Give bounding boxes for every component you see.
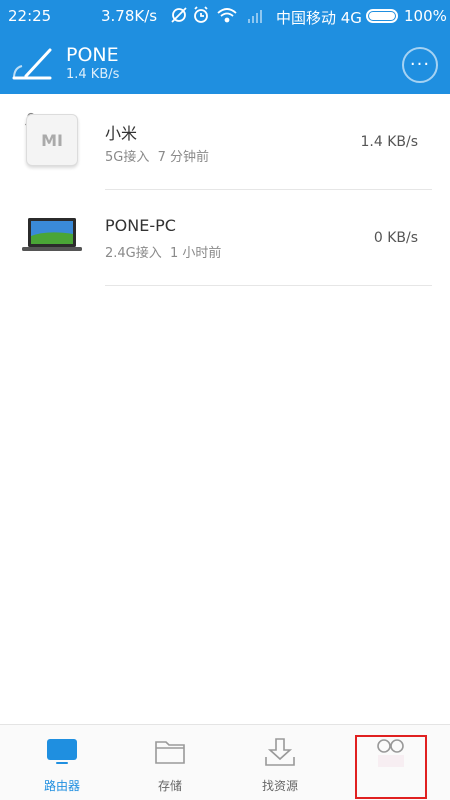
status-system-icons: [171, 6, 262, 23]
device-connection-info: 5G接入 7 分钟前: [105, 150, 210, 165]
nav-label-resources: 找资源: [261, 779, 298, 793]
list-item[interactable]: MI 小米 5G接入 7 分钟前 1.4 KB/s: [0, 94, 450, 190]
status-network-speed: 3.78K/s: [101, 7, 158, 25]
router-gauge-icon: [12, 48, 52, 80]
router-name: PONE: [66, 44, 119, 66]
laptop-icon: [22, 218, 82, 251]
bottom-nav: 路由器 存储 找资源: [0, 724, 450, 800]
device-speed: 0 KB/s: [373, 230, 418, 246]
router-tv-icon: [47, 739, 77, 764]
xiaomi-logo-icon: MI: [26, 114, 78, 166]
status-icons: [170, 5, 270, 29]
nav-item-router[interactable]: 路由器: [12, 725, 112, 800]
battery-icon: [366, 9, 398, 23]
device-name: PONE-PC: [105, 216, 176, 235]
app-header: 22:25 3.78K/s 中国移动 4G 100% PONE 1.4 KB/s…: [0, 0, 450, 94]
xiaomi-logo-text: MI: [41, 130, 63, 150]
status-battery: 100%: [404, 7, 447, 25]
device-name: 小米: [105, 124, 138, 143]
status-carrier: 中国移动 4G: [276, 9, 362, 27]
nav-label-storage: 存储: [157, 779, 182, 793]
device-speed: 1.4 KB/s: [360, 134, 418, 150]
more-button[interactable]: ···: [402, 47, 438, 83]
nav-item-storage[interactable]: 存储: [120, 725, 220, 800]
highlight-box: [355, 735, 427, 799]
device-connection-info: 2.4G接入 1 小时前: [105, 246, 222, 261]
nav-label-router: 路由器: [43, 779, 80, 793]
status-bar: 22:25 3.78K/s 中国移动 4G 100%: [0, 0, 450, 32]
download-icon: [265, 738, 295, 766]
list-item[interactable]: PONE-PC 2.4G接入 1 小时前 0 KB/s: [0, 190, 450, 286]
router-bar[interactable]: PONE 1.4 KB/s ···: [0, 32, 450, 94]
router-speed: 1.4 KB/s: [66, 67, 120, 82]
status-time: 22:25: [8, 7, 52, 25]
folder-icon: [155, 741, 185, 764]
nav-item-resources[interactable]: 找资源: [230, 725, 330, 800]
more-icon: ···: [409, 54, 431, 75]
divider: [105, 285, 432, 286]
device-list: MI 小米 5G接入 7 分钟前 1.4 KB/s PONE-PC 2.4G接入…: [0, 94, 450, 286]
